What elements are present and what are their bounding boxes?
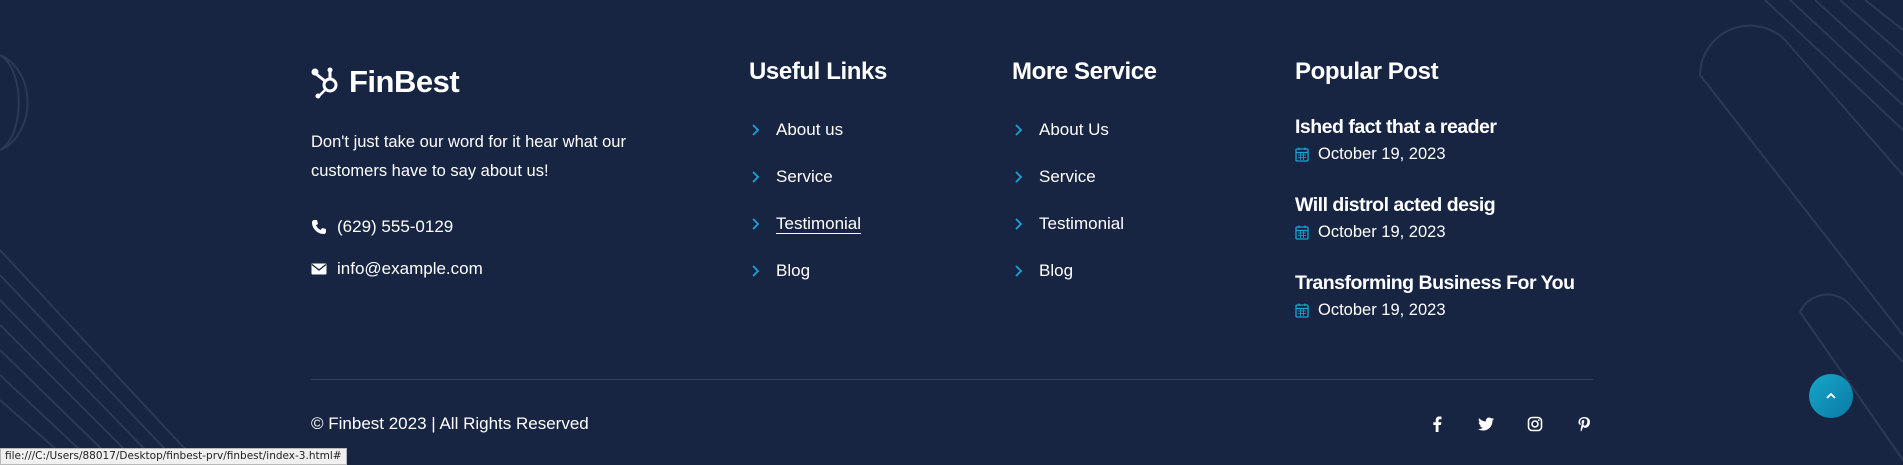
useful-links-list: About us Service Testimonial Blog (751, 106, 861, 294)
contact-phone[interactable]: (629) 555-0129 (311, 217, 453, 237)
calendar-icon (1295, 225, 1309, 240)
useful-link-service[interactable]: Service (751, 153, 861, 200)
post-title-link[interactable]: Transforming Business For You (1295, 272, 1575, 295)
post-date: October 19, 2023 (1295, 301, 1575, 320)
facebook-icon[interactable] (1427, 414, 1446, 433)
more-service-list: About Us Service Testimonial Blog (1014, 106, 1124, 294)
copyright-text: © Finbest 2023 | All Rights Reserved (311, 414, 589, 433)
popular-post-item: Transforming Business For You October 19… (1295, 272, 1575, 320)
envelope-icon (311, 263, 327, 275)
popular-post-item: Will distrol acted desig October 19, 202… (1295, 194, 1496, 242)
chevron-right-icon (1015, 170, 1023, 183)
post-title-link[interactable]: Ished fact that a reader (1295, 116, 1497, 139)
chevron-right-icon (1015, 264, 1023, 277)
post-date: October 19, 2023 (1295, 223, 1495, 242)
chevron-right-icon (752, 264, 760, 277)
post-date-text: October 19, 2023 (1318, 223, 1446, 241)
useful-link-blog[interactable]: Blog (751, 247, 861, 294)
hubspot-logo-icon (311, 67, 338, 99)
popular-post-title: Popular Post (1295, 58, 1439, 85)
post-date: October 19, 2023 (1295, 145, 1497, 164)
link-label: Service (1039, 166, 1096, 186)
useful-link-about-us[interactable]: About us (751, 106, 861, 153)
chevron-up-icon (1826, 392, 1836, 399)
footer-divider (311, 379, 1593, 380)
chevron-right-icon (1015, 217, 1023, 230)
useful-link-testimonial[interactable]: Testimonial (751, 200, 861, 247)
service-link-testimonial[interactable]: Testimonial (1014, 200, 1124, 247)
post-title-link[interactable]: Will distrol acted desig (1295, 194, 1496, 217)
footer: FinBest Don't just take our word for it … (311, 0, 1593, 465)
chevron-right-icon (752, 170, 760, 183)
link-label: About us (776, 119, 844, 139)
link-label: Testimonial (776, 213, 862, 233)
pinterest-icon[interactable] (1574, 414, 1593, 433)
post-date-text: October 19, 2023 (1318, 301, 1446, 319)
browser-status-bar: file:///C:/Users/88017/Desktop/finbest-p… (0, 448, 347, 465)
brand-logo[interactable]: FinBest (311, 64, 460, 100)
chevron-right-icon (1015, 123, 1023, 136)
link-label: Testimonial (1039, 213, 1125, 233)
phone-number: (629) 555-0129 (337, 217, 454, 236)
back-to-top-button[interactable] (1809, 374, 1853, 418)
calendar-icon (1295, 303, 1309, 318)
service-link-blog[interactable]: Blog (1014, 247, 1124, 294)
instagram-icon[interactable] (1525, 414, 1544, 433)
brand-name: FinBest (349, 64, 460, 99)
useful-links-title: Useful Links (749, 58, 887, 85)
chevron-right-icon (752, 123, 760, 136)
more-service-title: More Service (1012, 58, 1157, 85)
service-link-about-us[interactable]: About Us (1014, 106, 1124, 153)
email-address: info@example.com (337, 259, 483, 278)
about-text: Don't just take our word for it hear wha… (311, 133, 626, 180)
link-label: About Us (1039, 119, 1109, 139)
contact-email[interactable]: info@example.com (311, 259, 483, 279)
service-link-service[interactable]: Service (1014, 153, 1124, 200)
chevron-right-icon (752, 217, 760, 230)
popular-post-item: Ished fact that a reader October 19, 202… (1295, 116, 1497, 164)
phone-icon (312, 220, 326, 234)
twitter-icon[interactable] (1476, 414, 1495, 433)
post-date-text: October 19, 2023 (1318, 145, 1446, 163)
link-label: Blog (1039, 260, 1074, 280)
social-links (1427, 414, 1593, 433)
calendar-icon (1295, 147, 1309, 162)
link-label: Service (776, 166, 833, 186)
link-label: Blog (776, 260, 811, 280)
